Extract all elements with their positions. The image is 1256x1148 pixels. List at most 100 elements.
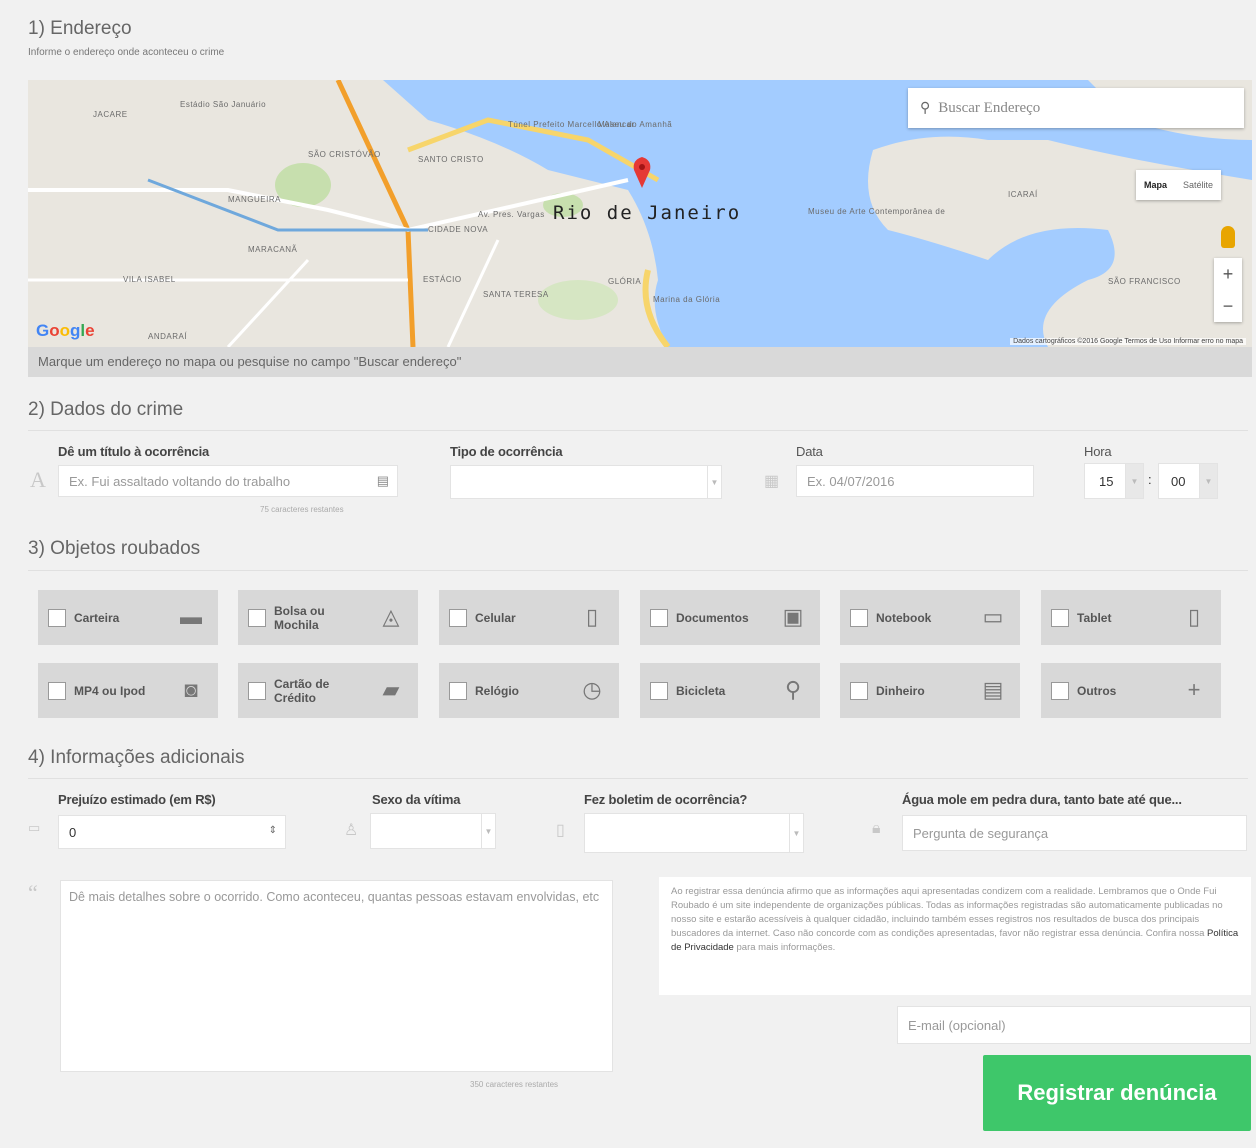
email-input[interactable]: E-mail (opcional): [897, 1006, 1251, 1044]
submit-report-button[interactable]: Registrar denúncia: [983, 1055, 1251, 1131]
title-input[interactable]: Ex. Fui assaltado voltando do trabalho ▤: [58, 465, 398, 497]
calendar-icon: ▦: [764, 473, 780, 490]
gender-select[interactable]: ▼: [370, 813, 496, 849]
section-subtitle-address: Informe o endereço onde aconteceu o crim…: [28, 47, 225, 58]
object-option[interactable]: Dinheiro ▤: [840, 663, 1020, 718]
object-option[interactable]: Notebook ▭: [840, 590, 1020, 645]
map-place-label: ESTÁCIO: [423, 275, 462, 284]
section-divider: [28, 430, 1248, 431]
checkbox[interactable]: [449, 608, 467, 627]
date-input[interactable]: Ex. 04/07/2016: [796, 465, 1034, 497]
details-textarea[interactable]: Dê mais detalhes sobre o ocorrido. Como …: [60, 880, 613, 1072]
checkbox[interactable]: [1051, 681, 1069, 700]
chevron-down-icon: ▼: [789, 814, 803, 852]
checkbox[interactable]: [650, 681, 668, 700]
credit-card-icon: ▰: [382, 677, 400, 702]
checkbox[interactable]: [650, 608, 668, 627]
map-place-label: MANGUEIRA: [228, 195, 281, 204]
date-label: Data: [796, 444, 823, 459]
checkbox[interactable]: [850, 608, 868, 627]
object-label: Documentos: [676, 610, 749, 625]
map-search-box[interactable]: ⚲ Buscar Endereço: [908, 88, 1244, 128]
money-icon: ▭: [28, 820, 41, 835]
map-place-label: SANTA TERESA: [483, 290, 549, 299]
map-road-secondary: [28, 239, 500, 347]
section-title-additional-info: 4) Informações adicionais: [28, 747, 245, 768]
bicycle-icon: ⚲: [784, 677, 802, 702]
object-label: Dinheiro: [876, 683, 925, 698]
watch-icon: ◷: [582, 677, 602, 702]
object-option[interactable]: Relógio ◷: [439, 663, 619, 718]
map-city-label: Rio de Janeiro: [553, 202, 742, 224]
map-place-label: Museu do Amanhã: [598, 120, 673, 129]
map-place-label: VILA ISABEL: [123, 275, 176, 284]
report-select[interactable]: ▼: [584, 813, 804, 853]
wallet-icon: ▬: [180, 604, 202, 629]
document-icon: ▯: [556, 822, 565, 839]
object-option[interactable]: Documentos ▣: [640, 590, 820, 645]
map-place-label: ANDARAÍ: [148, 332, 188, 341]
object-label: Tablet: [1077, 610, 1112, 625]
address-map[interactable]: Rio de Janeiro JACARE Estádio São Januári…: [28, 80, 1252, 347]
object-option[interactable]: Bolsa ou Mochila ◬: [238, 590, 418, 645]
email-input-placeholder: E-mail (opcional): [908, 1017, 1006, 1033]
loss-input[interactable]: 0 ⇕: [58, 815, 286, 849]
street-view-pegman-icon[interactable]: [1221, 226, 1235, 248]
type-select[interactable]: ▼: [450, 465, 722, 499]
object-option[interactable]: Cartão de Crédito ▰: [238, 663, 418, 718]
hour-value: 15: [1099, 474, 1114, 489]
report-label: Fez boletim de ocorrência?: [584, 792, 748, 807]
disclaimer-text: Ao registrar essa denúncia afirmo que as…: [671, 886, 1223, 939]
object-label: Outros: [1077, 683, 1117, 698]
object-option[interactable]: Outros +: [1041, 663, 1221, 718]
zoom-out-button[interactable]: −: [1223, 296, 1234, 317]
spinner-icon[interactable]: ⇕: [269, 825, 277, 836]
object-option[interactable]: MP4 ou Ipod ◙: [38, 663, 218, 718]
satellite-view-button[interactable]: Satélite: [1175, 170, 1221, 200]
mp3-player-icon: ◙: [184, 677, 198, 702]
checkbox[interactable]: [449, 681, 467, 700]
title-label: Dê um título à ocorrência: [58, 444, 210, 459]
chevron-down-icon: ▼: [1199, 464, 1217, 498]
map-place-label: JACARE: [93, 110, 128, 119]
map-place-label: Estádio São Januário: [180, 100, 267, 109]
quote-icon: “: [28, 880, 38, 905]
map-type-toggle[interactable]: Mapa Satélite: [1136, 170, 1222, 200]
object-option[interactable]: Carteira ▬: [38, 590, 218, 645]
zoom-in-button[interactable]: +: [1223, 264, 1234, 285]
security-input[interactable]: Pergunta de segurança: [902, 815, 1247, 851]
map-attribution[interactable]: Dados cartográficos ©2016 Google Termos …: [1010, 338, 1246, 345]
date-input-placeholder: Ex. 04/07/2016: [807, 473, 895, 489]
plus-icon: +: [1187, 677, 1201, 702]
money-icon: ▤: [982, 677, 1004, 702]
map-zoom-controls: + −: [1214, 258, 1242, 322]
object-option[interactable]: Celular ▯: [439, 590, 619, 645]
checkbox[interactable]: [48, 681, 66, 700]
loss-value: 0: [69, 824, 77, 840]
time-separator: :: [1148, 472, 1152, 487]
map-place-label: Av. Pres. Vargas: [478, 210, 545, 219]
hour-select[interactable]: 15 ▼: [1084, 463, 1144, 499]
checkbox[interactable]: [850, 681, 868, 700]
object-label: Cartão de Crédito: [274, 676, 330, 705]
section-divider: [28, 570, 1248, 571]
laptop-icon: ▭: [982, 604, 1004, 629]
object-option[interactable]: Tablet ▯: [1041, 590, 1221, 645]
checkbox[interactable]: [248, 681, 266, 700]
map-place-label: SÃO FRANCISCO: [1108, 277, 1181, 286]
search-icon: ⚲: [920, 100, 931, 116]
checkbox[interactable]: [48, 608, 66, 627]
map-pin-dot: [639, 164, 645, 170]
minute-select[interactable]: 00 ▼: [1158, 463, 1218, 499]
map-search-placeholder: Buscar Endereço: [938, 99, 1041, 116]
map-place-label: MARACANÃ: [248, 245, 298, 254]
checkbox[interactable]: [248, 608, 266, 627]
object-option[interactable]: Bicicleta ⚲: [640, 663, 820, 718]
map-view-button[interactable]: Mapa: [1136, 170, 1175, 200]
id-card-icon: ▣: [782, 604, 804, 629]
tablet-icon: ▯: [1187, 604, 1201, 629]
object-label: Celular: [475, 610, 516, 625]
security-label: Água mole em pedra dura, tanto bate até …: [902, 792, 1182, 807]
checkbox[interactable]: [1051, 608, 1069, 627]
map-place-label: CIDADE NOVA: [428, 225, 489, 234]
